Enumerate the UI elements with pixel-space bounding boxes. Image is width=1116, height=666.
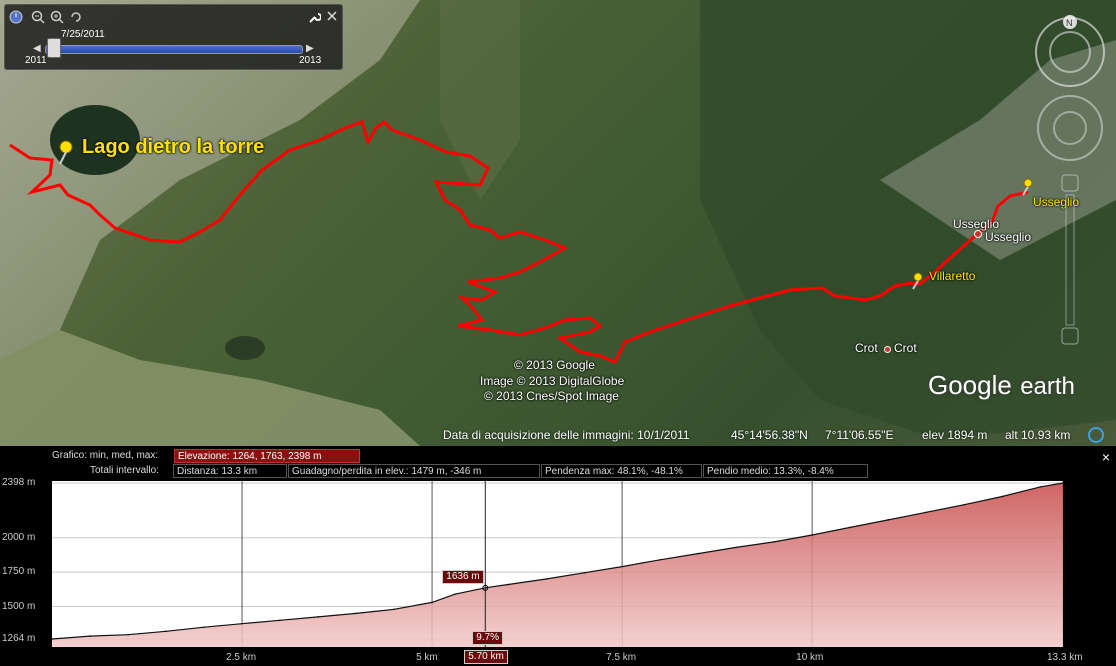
elevation-point (963, 503, 965, 506)
status-bar: Data di acquisizione delle immagini: 10/… (0, 424, 1116, 446)
elevation-readout: elev 1894 m (922, 428, 988, 442)
elevation-stats[interactable]: Elevazione: 1264, 1763, 2398 m (174, 449, 360, 463)
average-slope: Pendio medio: 13.3%, -8.4% (703, 464, 868, 478)
range-totals-label: Totali intervallo: (90, 465, 159, 476)
elevation-point (621, 565, 623, 568)
historical-imagery-slider: 7/25/2011 ◀ ▶ 2011 2013 (4, 4, 343, 70)
elevation-point (583, 572, 585, 574)
elevation-point (773, 541, 775, 543)
navigation-controls: N (1032, 10, 1108, 350)
copyright-line: Image © 2013 DigitalGlobe (480, 374, 625, 388)
elevation-point (454, 593, 456, 595)
placemark-pin-icon[interactable] (56, 140, 73, 165)
current-date-label: 7/25/2011 (61, 29, 105, 40)
elevation-point (203, 626, 205, 628)
elevation-point (279, 619, 281, 622)
step-back-icon[interactable]: ◀ (33, 43, 41, 54)
compass-ring[interactable]: N (1035, 15, 1105, 87)
placemark-label-villaretto[interactable]: Villaretto (929, 269, 975, 283)
elevation-gain-loss: Guadagno/perdita in elev.: 1479 m, -346 … (288, 464, 540, 478)
move-joystick[interactable] (1037, 95, 1103, 161)
elevation-point (697, 552, 699, 555)
cursor-elevation-tag: 1636 m (442, 569, 484, 584)
y-tick-label: 1264 m (2, 633, 36, 644)
x-tick-label: 13.3 km (1047, 652, 1083, 663)
elevation-point (431, 601, 433, 604)
placemark-label-lake[interactable]: Lago dietro la torre (82, 136, 264, 159)
google-earth-logo: Google earth (928, 368, 1075, 402)
clock-icon[interactable] (9, 10, 23, 24)
elevation-point (241, 622, 243, 625)
copyright-line: © 2013 Google (514, 358, 595, 372)
elevation-point (393, 608, 395, 611)
elevation-point (925, 511, 927, 514)
x-tick-label: 5 km (416, 652, 438, 663)
elevation-point (89, 635, 91, 637)
y-tick-label: 2398 m (2, 477, 36, 488)
time-slider-thumb[interactable] (47, 38, 61, 58)
elevation-point (887, 519, 889, 521)
town-label: Usseglio (985, 230, 1032, 244)
repeat-icon[interactable] (69, 10, 83, 24)
town-dot-icon (884, 346, 891, 353)
elevation-point (507, 583, 509, 586)
zoom-in-icon[interactable] (50, 10, 64, 24)
elevation-chart[interactable] (51, 481, 1064, 647)
max-slope: Pendenza max: 48.1%, -48.1% (541, 464, 702, 478)
close-icon[interactable] (325, 10, 339, 24)
logo-brand: Google (928, 370, 1012, 400)
longitude: 7°11'06.55"E (825, 428, 894, 442)
end-year-label: 2013 (299, 55, 322, 66)
elevation-chart-svg (51, 481, 1064, 647)
step-forward-icon[interactable]: ▶ (306, 43, 314, 54)
y-tick-label: 1500 m (2, 600, 36, 612)
acquisition-date: Data di acquisizione delle immagini: 10/… (443, 428, 690, 442)
zoom-out-icon[interactable] (31, 10, 45, 24)
time-slider-track[interactable] (45, 45, 303, 54)
town-label: Crot (855, 341, 878, 355)
x-tick-label: 10 km (796, 652, 824, 663)
town-label: Usseglio (953, 217, 1000, 231)
elevation-point (811, 534, 813, 536)
elevation-point (127, 633, 129, 636)
elevation-point (1039, 486, 1041, 488)
placemark-pin-icon[interactable] (910, 272, 924, 295)
elevation-point (849, 526, 851, 529)
elevation-point (165, 630, 167, 633)
elevation-point (545, 578, 547, 580)
elevation-point (659, 558, 661, 561)
copyright-line: © 2013 Cnes/Spot Image (484, 389, 619, 403)
y-tick-label: 1750 m (2, 566, 36, 578)
x-tick-label: 7.5 km (606, 652, 637, 663)
elevation-area (52, 483, 1063, 647)
wrench-icon[interactable] (307, 10, 322, 24)
town-label: Crot (894, 341, 917, 355)
map-view[interactable]: Lago dietro la torre Usseglio Usseglio U… (0, 0, 1116, 446)
town-dot-icon (974, 230, 982, 238)
y-tick-label: 2000 m (2, 531, 36, 543)
cursor-distance-tag: 5.70 km (464, 650, 508, 664)
elevation-point (317, 616, 319, 618)
logo-product: earth (1020, 373, 1075, 400)
altitude-readout: alt 10.93 km (1005, 428, 1071, 442)
x-tick-label: 2.5 km (226, 652, 257, 663)
graph-stats-label: Grafico: min, med, max: (52, 450, 159, 461)
distance-total: Distanza: 13.3 km (173, 464, 287, 478)
elevation-point (355, 612, 357, 615)
elevation-point (1001, 495, 1003, 498)
close-profile-icon[interactable]: × (1102, 449, 1110, 465)
cursor-slope-tag: 9.7% (472, 631, 504, 645)
svg-text:N: N (1066, 18, 1073, 28)
elevation-point (735, 546, 737, 549)
zoom-slider[interactable] (1061, 174, 1079, 345)
start-year-label: 2011 (25, 55, 47, 66)
streaming-indicator-icon (1088, 427, 1104, 443)
elevation-profile-panel: Grafico: min, med, max: Elevazione: 1264… (0, 446, 1116, 666)
latitude: 45°14'56.38"N (731, 428, 808, 442)
